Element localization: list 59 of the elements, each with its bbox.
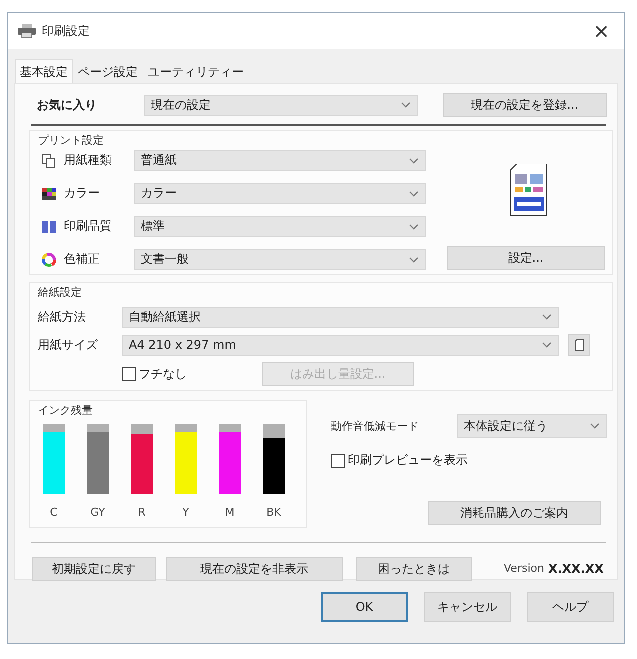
checkbox-label: 印刷プレビューを表示: [348, 452, 468, 469]
quality-bars-icon: [42, 220, 56, 234]
group-title: プリント設定: [38, 133, 105, 148]
dropdown[interactable]: 文書一般: [134, 249, 426, 270]
field-label: 印刷品質: [64, 218, 113, 235]
settings-button[interactable]: 設定...: [447, 246, 605, 270]
chevron-icon: [409, 158, 419, 164]
field-label: 用紙種類: [64, 152, 113, 169]
document-icon: [509, 164, 549, 216]
footer-button[interactable]: 初期設定に戻す: [32, 557, 156, 581]
field-label: 用紙サイズ: [38, 336, 99, 354]
dialog-button[interactable]: キャンセル: [424, 592, 511, 622]
chevron-icon: [409, 256, 419, 262]
dropdown[interactable]: A4 210 x 297 mm: [122, 334, 559, 356]
checkbox[interactable]: [122, 367, 136, 381]
field-label: 動作音低減モード: [331, 418, 420, 434]
version-number: X.XX.XX: [548, 562, 604, 576]
dropdown[interactable]: 自動給紙選択: [122, 306, 559, 328]
chevron-icon: [542, 342, 552, 348]
field-label: 色補正: [64, 251, 101, 268]
field-label: 給紙方法: [38, 308, 87, 326]
chevron-icon: [409, 224, 419, 230]
close-button[interactable]: ×: [589, 19, 614, 43]
paper-icon: [42, 154, 56, 168]
printer-icon: [18, 24, 36, 38]
chevron-icon: [542, 314, 552, 320]
group-title: 給紙設定: [38, 285, 83, 300]
dropdown[interactable]: カラー: [134, 183, 426, 204]
dropdown[interactable]: 現在の設定: [144, 94, 418, 116]
ink-label: M: [225, 506, 235, 519]
footer-button[interactable]: 困ったときは: [356, 557, 472, 581]
ink-label: Y: [182, 506, 190, 519]
color-wheel-icon: [42, 252, 56, 266]
ink-label: GY: [90, 506, 106, 519]
window-title: 印刷設定: [42, 22, 91, 40]
chevron-icon: [409, 190, 419, 196]
dropdown[interactable]: 普通紙: [134, 150, 426, 171]
ink-label: R: [138, 506, 146, 519]
favorites-label: お気に入り: [36, 96, 98, 114]
group-title: インク残量: [38, 403, 94, 418]
footer-button[interactable]: 現在の設定を非表示: [166, 557, 343, 581]
dropdown[interactable]: 本体設定に従う: [457, 414, 607, 438]
checkbox[interactable]: [331, 454, 345, 468]
dialog-button[interactable]: OK: [321, 592, 408, 622]
orientation-button[interactable]: [568, 334, 590, 356]
checkbox-label: フチなし: [139, 366, 187, 382]
dialog-button[interactable]: ヘルプ: [527, 592, 614, 622]
tab[interactable]: 基本設定: [15, 59, 73, 83]
supplies-button[interactable]: 消耗品購入のご案内: [428, 501, 601, 525]
chevron-icon: [400, 102, 411, 108]
ink-label: C: [50, 506, 58, 519]
color-grid-icon: [42, 186, 56, 200]
version-label: Version: [504, 562, 544, 576]
dropdown[interactable]: 標準: [134, 216, 426, 237]
field-label: カラー: [64, 185, 101, 202]
chevron-icon: [590, 423, 600, 429]
ink-label: BK: [266, 506, 282, 519]
register-button[interactable]: 現在の設定を登録...: [442, 93, 607, 117]
page-icon: [574, 339, 584, 351]
